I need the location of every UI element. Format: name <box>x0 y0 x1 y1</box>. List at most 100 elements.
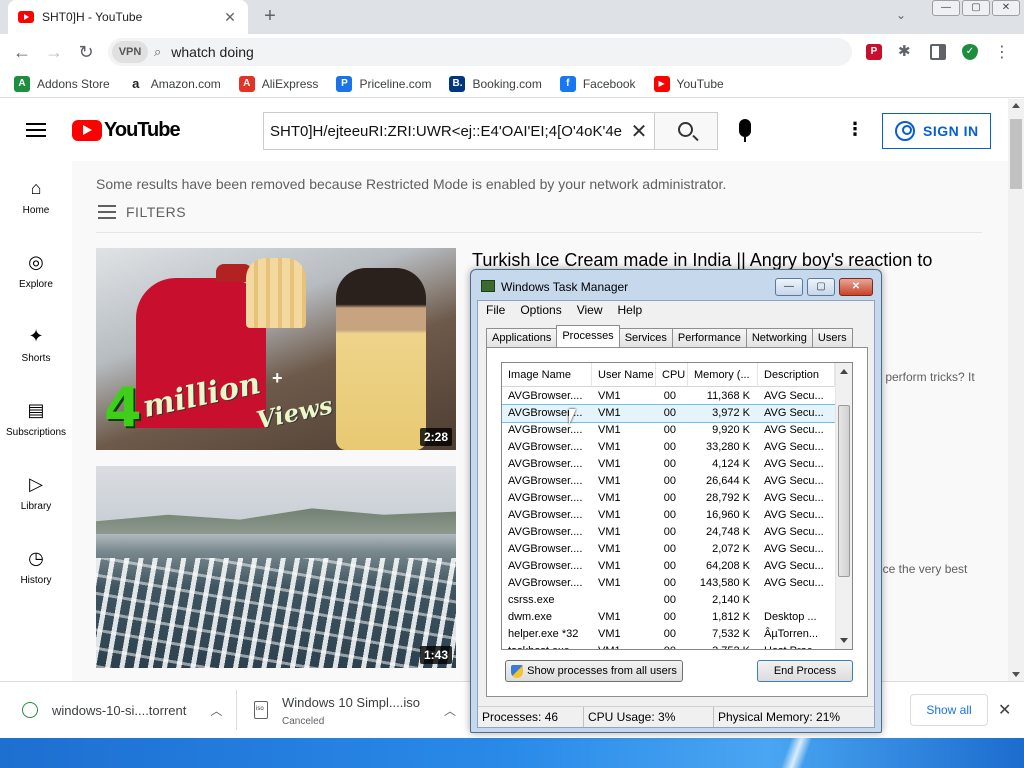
tab-users[interactable]: Users <box>811 328 853 347</box>
tm-minimize-button[interactable]: — <box>775 278 803 296</box>
tm-close-button[interactable]: ✕ <box>839 278 873 296</box>
process-row[interactable]: AVGBrowser.... VM1 00 24,748 K AVG Secu... <box>502 524 835 541</box>
bookmark-priceline[interactable]: P Priceline.com <box>336 75 431 92</box>
process-list-scrollbar[interactable] <box>835 363 852 649</box>
youtube-icon: ▶ <box>653 75 670 92</box>
tab-applications[interactable]: Applications <box>486 328 558 347</box>
youtube-logo-icon[interactable] <box>72 120 102 141</box>
column-description[interactable]: Description <box>758 363 835 387</box>
download-item-iso[interactable]: Windows 10 Simpl....iso Canceled ︿ <box>254 690 456 730</box>
window-close-button[interactable]: ✕ <box>992 0 1020 16</box>
process-list[interactable]: Image Name User Name CPU Memory (... Des… <box>501 362 853 650</box>
video-thumbnail-1[interactable]: 4 million + Views 2:28 <box>96 248 456 450</box>
tab-networking[interactable]: Networking <box>745 328 813 347</box>
reload-icon[interactable]: ↻ <box>76 42 96 62</box>
new-tab-button[interactable]: + <box>258 5 282 29</box>
guide-item-history[interactable]: ◷ History <box>0 537 72 597</box>
sign-in-button[interactable]: SIGN IN <box>882 113 991 149</box>
download-item-torrent[interactable]: windows-10-si....torrent ︿ <box>22 690 222 730</box>
scroll-thumb[interactable] <box>1010 119 1022 189</box>
tm-menu-view[interactable]: View <box>577 301 603 319</box>
extensions-puzzle-icon[interactable]: ✱ <box>898 44 914 60</box>
show-all-processes-button[interactable]: Show processes from all users <box>505 660 683 682</box>
guide-sidebar: ⌂ Home ◎ Explore ✦ Shorts ▤ Subscription… <box>0 161 72 681</box>
process-row[interactable]: AVGBrowser.... VM1 00 143,580 K AVG Secu... <box>502 575 835 592</box>
page-scrollbar[interactable] <box>1008 99 1024 681</box>
video-title-1[interactable]: Turkish Ice Cream made in India || Angry… <box>472 250 932 271</box>
close-downloads-bar-icon[interactable]: ✕ <box>998 700 1011 720</box>
browser-tab-youtube[interactable]: SHT0]H - YouTube ✕ <box>8 0 248 34</box>
bookmark-label: Facebook <box>582 76 636 91</box>
task-manager-titlebar[interactable]: Windows Task Manager — ▢ ✕ <box>471 270 881 300</box>
download-options-chevron-icon[interactable]: ︿ <box>444 702 456 719</box>
scroll-up-arrow-icon[interactable] <box>840 369 848 374</box>
guide-item-shorts[interactable]: ✦ Shorts <box>0 315 72 375</box>
guide-item-home[interactable]: ⌂ Home <box>0 167 72 227</box>
tab-processes[interactable]: Processes <box>556 325 620 347</box>
guide-item-subscriptions[interactable]: ▤ Subscriptions <box>0 389 72 449</box>
youtube-search-input[interactable]: SHT0]H/ejteeuRI:ZRI:UWR<ej::E4'OAI'EI;4[… <box>263 112 655 150</box>
process-row[interactable]: AVGBrowser.... VM1 00 3,972 K AVG Secu... <box>502 404 836 423</box>
tab-performance[interactable]: Performance <box>671 328 747 347</box>
tab-search-chevron-icon[interactable]: ⌄ <box>896 8 906 22</box>
show-all-downloads-button[interactable]: Show all <box>910 694 988 726</box>
process-row[interactable]: csrss.exe 00 2,140 K <box>502 592 835 609</box>
column-image-name[interactable]: Image Name <box>502 363 592 387</box>
clear-search-icon[interactable]: ✕ <box>624 119 654 144</box>
bookmark-facebook[interactable]: f Facebook <box>559 75 636 92</box>
address-text[interactable]: whatch doing <box>171 44 254 60</box>
process-row[interactable]: dwm.exe VM1 00 1,812 K Desktop ... <box>502 609 835 626</box>
video-thumbnail-2[interactable]: 1:43 <box>96 466 456 668</box>
process-row[interactable]: AVGBrowser.... VM1 00 2,072 K AVG Secu... <box>502 541 835 558</box>
window-restore-button[interactable]: ▢ <box>962 0 990 16</box>
browser-menu-kebab-icon[interactable]: ⋮ <box>994 42 1010 62</box>
scroll-down-arrow-icon[interactable] <box>1012 672 1020 677</box>
bookmark-booking[interactable]: B. Booking.com <box>449 75 542 92</box>
back-arrow-icon[interactable]: ← <box>12 42 32 62</box>
guide-item-explore[interactable]: ◎ Explore <box>0 241 72 301</box>
extension-p-icon[interactable]: P <box>866 44 882 60</box>
column-cpu[interactable]: CPU <box>656 363 688 387</box>
bookmark-addons-store[interactable]: A Addons Store <box>14 75 110 92</box>
tm-maximize-button[interactable]: ▢ <box>807 278 835 296</box>
process-row[interactable]: AVGBrowser.... VM1 00 28,792 K AVG Secu... <box>502 490 835 507</box>
settings-kebab-icon[interactable]: ⋮ <box>846 119 864 140</box>
bookmark-aliexpress[interactable]: A AliExpress <box>238 75 318 92</box>
tab-services[interactable]: Services <box>618 328 673 347</box>
tm-menu-options[interactable]: Options <box>520 301 561 319</box>
process-row[interactable]: AVGBrowser.... VM1 00 33,280 K AVG Secu... <box>502 439 835 456</box>
forward-arrow-icon[interactable]: → <box>44 42 64 62</box>
bookmark-amazon[interactable]: a Amazon.com <box>127 75 221 92</box>
voice-search-mic-icon[interactable] <box>739 119 751 142</box>
process-row[interactable]: AVGBrowser.... VM1 00 16,960 K AVG Secu... <box>502 507 835 524</box>
tab-close-icon[interactable]: ✕ <box>222 9 238 26</box>
vpn-badge[interactable]: VPN <box>112 41 148 63</box>
scroll-down-arrow-icon[interactable] <box>840 638 848 643</box>
guide-item-library[interactable]: ▷ Library <box>0 463 72 523</box>
process-row[interactable]: helper.exe *32 VM1 00 7,532 K ÂµTorren... <box>502 626 835 643</box>
process-row[interactable]: AVGBrowser.... VM1 00 4,124 K AVG Secu... <box>502 456 835 473</box>
process-row[interactable]: AVGBrowser.... VM1 00 9,920 K AVG Secu... <box>502 422 835 439</box>
side-panel-icon[interactable] <box>930 44 946 60</box>
bookmark-youtube[interactable]: ▶ YouTube <box>653 75 724 92</box>
hamburger-menu-icon[interactable] <box>26 123 46 137</box>
column-memory[interactable]: Memory (... <box>688 363 758 387</box>
address-bar[interactable]: VPN ⌕ whatch doing <box>108 38 852 66</box>
process-row[interactable]: AVGBrowser.... VM1 00 64,208 K AVG Secu... <box>502 558 835 575</box>
scroll-up-arrow-icon[interactable] <box>1012 103 1020 108</box>
filters-button[interactable]: FILTERS <box>98 204 186 220</box>
search-query-text[interactable]: SHT0]H/ejteeuRI:ZRI:UWR<ej::E4'OAI'EI;4[… <box>270 123 624 140</box>
youtube-logo-text[interactable]: YouTube <box>104 119 181 142</box>
download-options-chevron-icon[interactable]: ︿ <box>210 702 222 719</box>
security-shield-icon[interactable]: ✓ <box>962 44 978 60</box>
process-row[interactable]: AVGBrowser.... VM1 00 26,644 K AVG Secu... <box>502 473 835 490</box>
tm-menu-file[interactable]: File <box>486 301 505 319</box>
column-user-name[interactable]: User Name <box>592 363 656 387</box>
tm-menu-help[interactable]: Help <box>618 301 643 319</box>
end-process-button[interactable]: End Process <box>757 660 853 682</box>
process-row[interactable]: AVGBrowser.... VM1 00 11,368 K AVG Secu... <box>502 388 835 405</box>
window-minimize-button[interactable]: — <box>932 0 960 16</box>
process-row[interactable]: taskhost.exeVM1003,752 KHost Proc... <box>502 643 835 649</box>
youtube-search-button[interactable] <box>654 112 718 150</box>
process-scroll-thumb[interactable] <box>838 405 850 577</box>
